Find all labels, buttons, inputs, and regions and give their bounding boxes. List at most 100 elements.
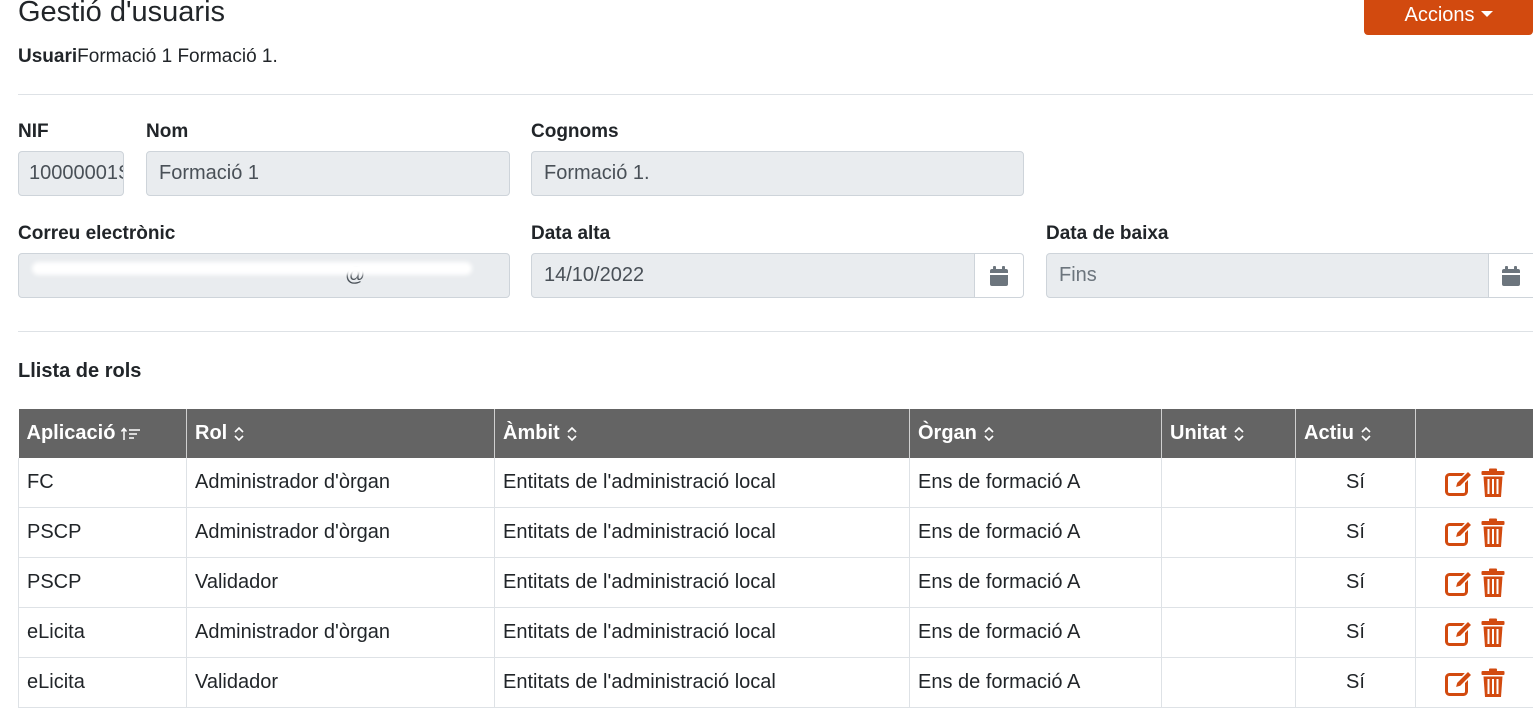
delete-button[interactable] [1481,668,1505,698]
column-header-aplicacio[interactable]: Aplicació [18,409,187,458]
cell-actiu: Sí [1295,607,1416,658]
cell-aplicacio: eLicita [18,657,187,708]
cell-unitat [1161,458,1296,508]
cell-actions [1415,458,1533,508]
nom-field[interactable]: Formació 1 [146,151,510,196]
data-alta-calendar-button[interactable] [975,253,1024,298]
column-header-ambit[interactable]: Àmbit [494,409,910,458]
calendar-icon [990,265,1008,286]
cell-aplicacio: FC [18,458,187,508]
roles-table-header: Aplicació Rol Àmbit Òrgan Unitat Actiu [18,409,1533,458]
cell-actions [1415,507,1533,558]
column-label: Àmbit [503,422,560,444]
calendar-icon [1502,265,1520,286]
cell-organ: Ens de formació A [909,607,1162,658]
cell-actions [1415,557,1533,608]
cell-rol: Administrador d'òrgan [186,607,495,658]
trash-icon [1481,618,1505,647]
column-label: Aplicació [26,422,116,444]
sort-icon [984,426,994,441]
edit-icon [1444,469,1473,496]
cognoms-field[interactable]: Formació 1. [531,151,1024,196]
delete-button[interactable] [1481,568,1505,598]
cell-actiu: Sí [1295,458,1416,508]
sort-icon [1361,426,1371,441]
column-header-actiu[interactable]: Actiu [1295,409,1416,458]
cell-unitat [1161,507,1296,558]
roles-section-title: Llista de rols [18,360,142,382]
table-row: eLicita Administrador d'òrgan Entitats de … [18,607,1533,658]
edit-icon [1444,669,1473,696]
cell-actiu: Sí [1295,657,1416,708]
actions-label: Accions [1404,4,1475,26]
page-title: Gestió d'usuaris [18,0,226,28]
nif-field[interactable]: 10000001S [18,151,124,196]
edit-icon [1444,519,1473,546]
column-label: Unitat [1170,422,1227,444]
column-label: Òrgan [918,422,977,444]
cell-ambit: Entitats de l'administració local [494,507,910,558]
row-actions [1424,508,1526,557]
sort-icon [1234,426,1244,441]
actions-dropdown-button[interactable]: Accions [1364,0,1533,35]
data-baixa-calendar-button[interactable] [1489,253,1533,298]
sort-icon [567,426,577,441]
cell-aplicacio: PSCP [18,557,187,608]
edit-button[interactable] [1444,669,1475,697]
caret-down-icon [1480,10,1493,17]
row-actions [1424,608,1526,657]
cell-rol: Administrador d'òrgan [186,458,495,508]
column-label: Rol [195,422,228,444]
cell-organ: Ens de formació A [909,507,1162,558]
edit-button[interactable] [1444,469,1475,497]
column-header-unitat[interactable]: Unitat [1161,409,1296,458]
cell-ambit: Entitats de l'administració local [494,607,910,658]
nif-label: NIF [18,121,49,142]
edit-button[interactable] [1444,619,1475,647]
cognoms-label: Cognoms [531,121,619,142]
data-baixa-field[interactable]: Fins [1046,253,1489,298]
cell-unitat [1161,607,1296,658]
trash-icon [1481,518,1505,547]
edit-button[interactable] [1444,519,1475,547]
cell-aplicacio: PSCP [18,507,187,558]
divider [18,331,1533,332]
redaction-mark [32,262,472,275]
cell-rol: Validador [186,557,495,608]
cell-unitat [1161,557,1296,608]
divider [18,94,1533,95]
sort-ascending-icon [121,427,141,440]
column-header-organ[interactable]: Òrgan [909,409,1162,458]
delete-button[interactable] [1481,518,1505,548]
data-baixa-label: Data de baixa [1046,223,1169,244]
cell-organ: Ens de formació A [909,657,1162,708]
cell-ambit: Entitats de l'administració local [494,657,910,708]
delete-button[interactable] [1481,468,1505,498]
row-actions [1424,558,1526,607]
table-row: FC Administrador d'òrgan Entitats de l'adm… [18,458,1533,508]
delete-button[interactable] [1481,618,1505,648]
cell-aplicacio: eLicita [18,607,187,658]
cell-actions [1415,657,1533,708]
trash-icon [1481,468,1505,497]
table-row: PSCP Administrador d'òrgan Entitats de l'a… [18,507,1533,558]
trash-icon [1481,568,1505,597]
edit-button[interactable] [1444,569,1475,597]
cell-ambit: Entitats de l'administració local [494,557,910,608]
cell-rol: Administrador d'òrgan [186,507,495,558]
email-field[interactable]: @ [18,253,510,298]
column-header-actions [1415,409,1533,458]
table-row: PSCP Validador Entitats de l'administració… [18,557,1533,608]
column-header-rol[interactable]: Rol [186,409,495,458]
trash-icon [1481,668,1505,697]
user-name: Formació 1 Formació 1. [77,46,278,67]
row-actions [1424,458,1526,507]
data-alta-field[interactable]: 14/10/2022 [531,253,975,298]
cell-organ: Ens de formació A [909,458,1162,508]
row-actions [1424,658,1526,707]
cell-rol: Validador [186,657,495,708]
cell-actions [1415,607,1533,658]
table-row: eLicita Validador Entitats de l'administra… [18,657,1533,708]
cell-organ: Ens de formació A [909,557,1162,608]
nom-label: Nom [146,121,189,142]
